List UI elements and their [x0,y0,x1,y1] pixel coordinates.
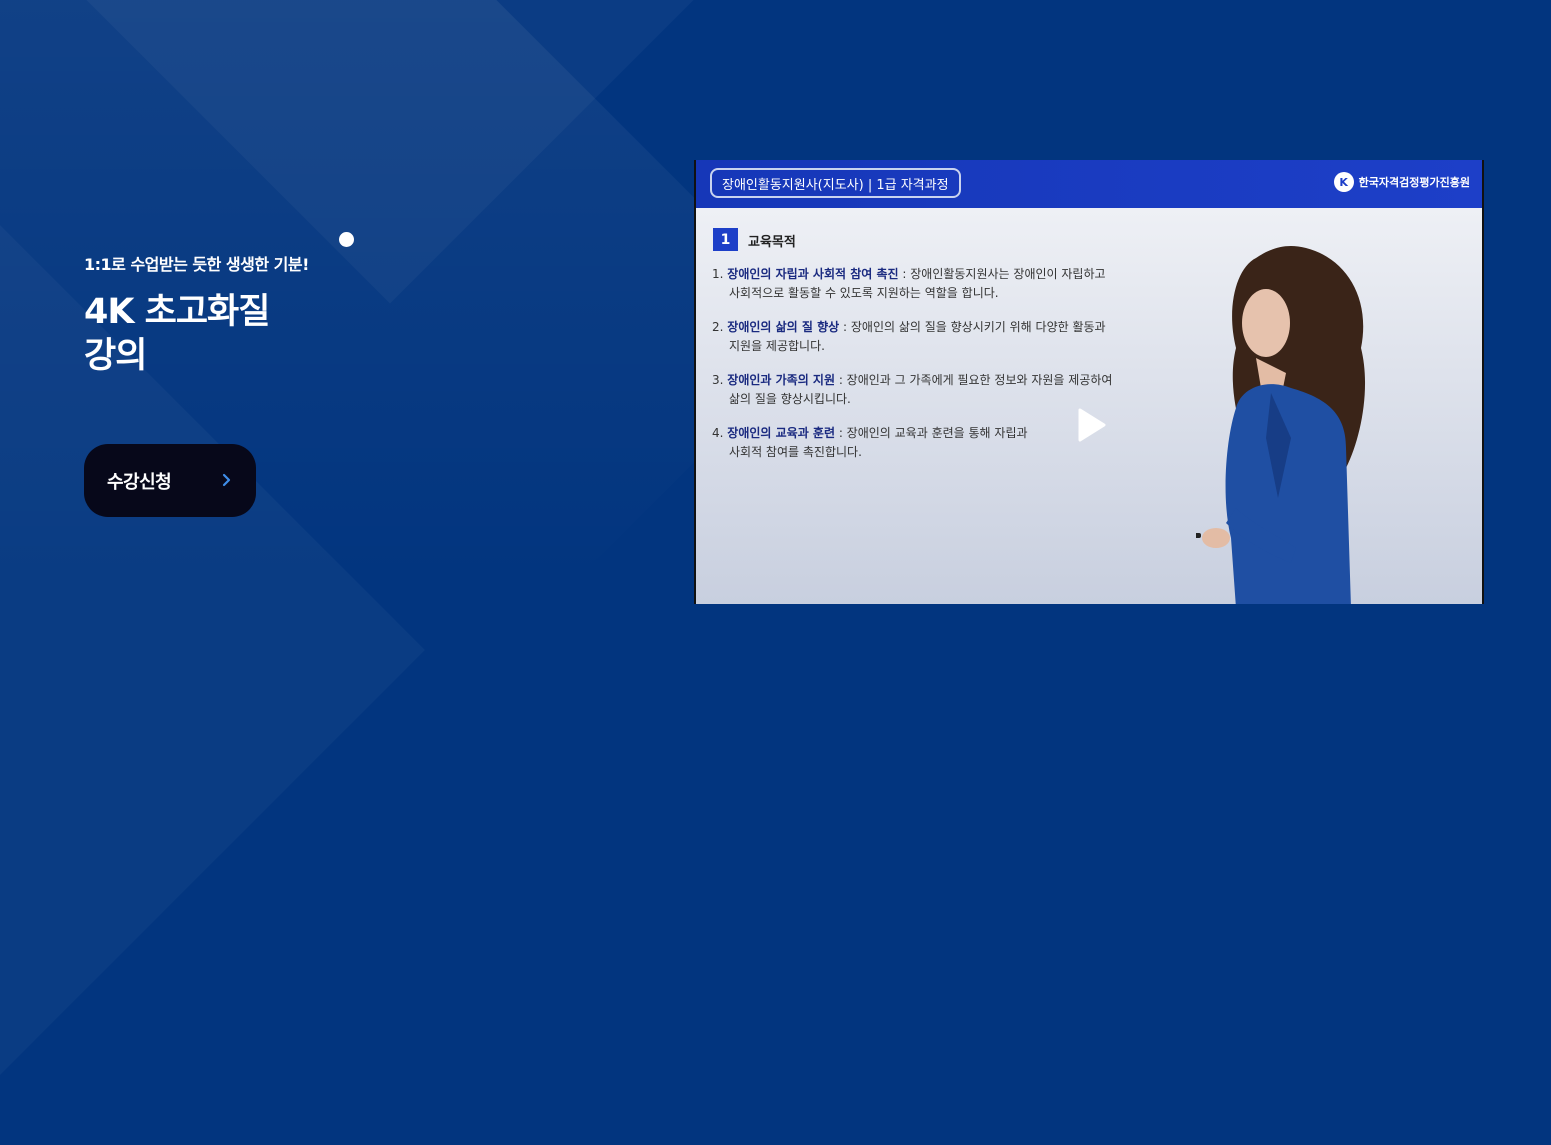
institute-brand: K 한국자격검정평가진흥원 [1333,172,1470,192]
institute-name: 한국자격검정평가진흥원 [1358,176,1470,189]
institute-logo-icon: K [1333,172,1354,192]
course-badge: 장애인활동지원사(지도사) | 1급 자격과정 [710,168,961,198]
section-number: 1 [713,228,738,251]
enroll-button[interactable]: 수강신청 [84,444,256,517]
list-item: 1. 장애인의 자립과 사회적 참여 촉진 : 장애인활동지원사는 장애인이 자… [712,267,1106,300]
decorative-dot [339,232,354,247]
presenter-image [1196,246,1366,604]
section-title: 교육목적 [748,235,796,250]
slide-body: 1 교육목적 1. 장애인의 자립과 사회적 참여 촉진 : 장애인활동지원사는… [696,208,1482,604]
hero-headline: 4K 초고화질 강의 [84,290,270,378]
slide-header: 장애인활동지원사(지도사) | 1급 자격과정 K 한국자격검정평가진흥원 [696,160,1482,208]
hero-subtitle: 1:1로 수업받는 듯한 생생한 기분! [84,255,309,274]
play-icon[interactable] [1076,408,1106,446]
list-item: 4. 장애인의 교육과 훈련 : 장애인의 교육과 훈련을 통해 자립과 사회적… [712,426,1028,459]
hero-subtitle-wrap: 1:1로 수업받는 듯한 생생한 기분! [84,251,309,275]
headline-line-2: 강의 [84,336,147,376]
list-item: 3. 장애인과 가족의 지원 : 장애인과 그 가족에게 필요한 정보와 자원을… [712,373,1113,406]
lecture-video[interactable]: 장애인활동지원사(지도사) | 1급 자격과정 K 한국자격검정평가진흥원 1 … [694,160,1484,604]
list-item: 2. 장애인의 삶의 질 향상 : 장애인의 삶의 질을 향상시키기 위해 다양… [712,320,1106,353]
chevron-right-icon [222,468,232,496]
objectives-list: 1. 장애인의 자립과 사회적 참여 촉진 : 장애인활동지원사는 장애인이 자… [712,265,1212,477]
headline-line-1: 4K 초고화질 [84,292,270,332]
enroll-button-label: 수강신청 [107,471,172,493]
